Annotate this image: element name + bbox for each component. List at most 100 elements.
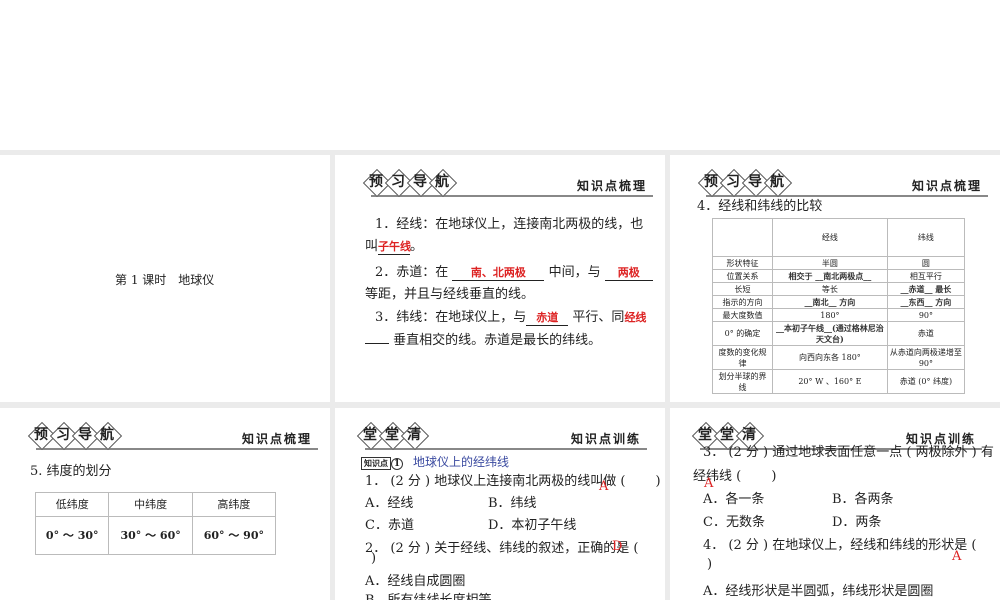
cell: __东西__ 方向 [886, 295, 966, 309]
lesson-title: 第 1 课时 地球仪 [115, 273, 215, 287]
cell: 指示的方向 [712, 295, 773, 309]
th: 纬线 [886, 218, 966, 257]
answer: A [952, 549, 962, 564]
cell: 半圆 [772, 256, 888, 270]
table-row: 位置关系 相交于 __南北两极点__ 相互平行 [712, 269, 966, 283]
cell: 相互平行 [886, 269, 966, 283]
cell: 最大度数值 [712, 308, 773, 322]
cell: 90° [886, 308, 966, 322]
kp-tag: 知识点 [361, 457, 391, 470]
cell: 赤道 [886, 321, 966, 346]
item-2-cont: 等距，并且与经线垂直的线。 [365, 287, 535, 302]
cell: 位置关系 [712, 269, 773, 283]
answer: A [599, 479, 609, 494]
cell: 20° W 、160° E [772, 369, 888, 394]
latitude-table: 低纬度 中纬度 高纬度 0° ～ 30° 30° ～ 60° 60° ～ 90° [34, 492, 277, 555]
item-1-cont: 叫子午线。 [365, 235, 423, 255]
option: D．两条 [832, 515, 882, 530]
header-divider [365, 448, 647, 450]
th: 中纬度 [108, 492, 193, 517]
cell: 形状特征 [712, 256, 773, 270]
th: 高纬度 [191, 492, 277, 517]
cell: 等长 [772, 282, 888, 296]
preview-badge: 预 习 导 航 [698, 169, 786, 195]
cell: 180° [772, 308, 888, 322]
question-4: 4． (2 分 ) 在地球仪上，经线和纬线的形状是 ( [703, 538, 977, 553]
table-heading: 4．经线和纬线的比较 [697, 199, 823, 214]
cell: 30° ～ 60° [108, 516, 193, 555]
class-badge: 堂 堂 清 [357, 422, 423, 448]
cell: __本初子午线__(通过格林尼治天文台) [772, 321, 888, 346]
slide-preview-1[interactable]: 预 习 导 航 知识点梳理 1．经线：在地球仪上，连接南北两极的线，也 叫子午线… [335, 155, 665, 402]
option: B．纬线 [488, 496, 537, 511]
table-row: 形状特征 半圆圆 [712, 256, 966, 270]
preview-badge: 预 习 导 航 [363, 169, 451, 195]
section-header: 预 习 导 航 知识点梳理 [28, 422, 318, 450]
option: A．经线 [365, 496, 414, 511]
item-1: 1．经线：在地球仪上，连接南北两极的线，也 [375, 217, 644, 232]
text: 2．赤道：在 [375, 265, 449, 280]
answer: 子午线 [378, 240, 412, 255]
option: D．本初子午线 [488, 518, 577, 533]
badge-char: 航 [435, 174, 449, 190]
cell: __南北__ 方向 [772, 295, 888, 309]
section-header: 预 习 导 航 知识点梳理 [698, 169, 988, 197]
text: 垂直相交的线。赤道是最长的纬线。 [393, 333, 602, 348]
cell: 长短 [712, 282, 773, 296]
text: 叫 [365, 239, 379, 254]
option: A．经线形状是半圆弧，纬线形状是圆圈 [703, 584, 934, 599]
badge-char: 航 [100, 427, 114, 443]
kp-title: 地球仪上的经纬线 [413, 455, 510, 469]
table-row: 最大度数值 180° 90° [712, 308, 966, 322]
section-header: 堂 堂 清 知识点训练 [357, 422, 647, 450]
question-2: 2． (2 分 ) 关于经线、纬线的叙述，正确的是 ( [365, 541, 639, 556]
option: A．各一条 [703, 492, 765, 507]
text: 。 [410, 239, 424, 254]
table-row: 0° 的确定 __本初子午线__(通过格林尼治天文台) 赤道 [712, 321, 966, 346]
header-divider [36, 448, 318, 450]
th [712, 218, 773, 257]
cell: 0° 的确定 [712, 321, 773, 346]
cell: 从赤道向两极递增至 90° [886, 345, 966, 370]
table-row: 度数的变化规律 向西向东各 180° 从赤道向两极递增至 90° [712, 345, 966, 370]
option: C．赤道 [365, 518, 414, 533]
badge-char: 航 [770, 174, 784, 190]
cell: __赤道__ 最长 [886, 282, 966, 296]
cell: 度数的变化规律 [712, 345, 773, 370]
th: 低纬度 [34, 492, 110, 517]
answer: 南、北两极 [452, 266, 545, 281]
question-4-cont: ) [707, 557, 713, 572]
header-tag: 知识点梳理 [576, 179, 647, 193]
question-1: 1． (2 分 ) 地球仪上连接南北两极的线叫做 ( ) [365, 474, 661, 489]
cell: 赤道 (0° 纬度) [886, 369, 966, 394]
item-3: 3．纬线：在地球仪上，与 赤道 平行、同经线 [375, 306, 646, 326]
cell: 划分半球的界线 [712, 369, 773, 394]
answer: D [612, 539, 623, 554]
table-row: 指示的方向 __南北__ 方向 __东西__ 方向 [712, 295, 966, 309]
table-row: 划分半球的界线 20° W 、160° E 赤道 (0° 纬度) [712, 369, 966, 394]
slide-practice-1[interactable]: 堂 堂 清 知识点训练 知识点 1 地球仪上的经纬线 1． (2 分 ) 地球仪上连… [335, 408, 665, 600]
answer: 两极 [604, 266, 653, 281]
slide-preview-3[interactable]: 预 习 导 航 知识点梳理 5. 纬度的划分 低纬度 中纬度 高纬度 0° ～ 30… [0, 408, 330, 600]
text: 平行、同 [572, 310, 625, 325]
slide-preview-2[interactable]: 预 习 导 航 知识点梳理 4．经线和纬线的比较 经线 纬线 形状特征 半圆圆位置关系… [670, 155, 1000, 402]
answer: 赤道 [526, 311, 569, 326]
question-3: 3． (2 分 ) 通过地球表面任意一点 ( 两极除外 ) 有 [703, 445, 994, 460]
comparison-table: 经线 纬线 形状特征 半圆圆位置关系 相交于 __南北两极点__ 相互平行 长短 等长 __赤道… [712, 218, 966, 394]
header-tag: 知识点梳理 [911, 179, 982, 193]
cell: 相交于 __南北两极点__ [772, 269, 888, 283]
badge-char: 清 [407, 427, 421, 443]
question-2-cont: ) [371, 551, 377, 566]
text: 3．纬线：在地球仪上，与 [375, 310, 527, 325]
option: B．所有纬线长度相等 [365, 589, 492, 600]
knowledge-point: 知识点 1 地球仪上的经纬线 [361, 453, 509, 470]
slide-title[interactable]: 第 1 课时 地球仪 [0, 155, 330, 402]
kp-number: 1 [391, 458, 403, 470]
option: A．经线自成圆圈 [365, 574, 466, 589]
option: B．各两条 [832, 492, 894, 507]
cell: 向西向东各 180° [772, 345, 888, 370]
preview-badge: 预 习 导 航 [28, 422, 116, 448]
slide-practice-2[interactable]: 堂 堂 清 知识点训练 3． (2 分 ) 通过地球表面任意一点 ( 两极除外 … [670, 408, 1000, 600]
item-2: 2．赤道：在 南、北两极 中间，与 两极 [375, 261, 653, 281]
header-tag: 知识点训练 [570, 432, 641, 446]
